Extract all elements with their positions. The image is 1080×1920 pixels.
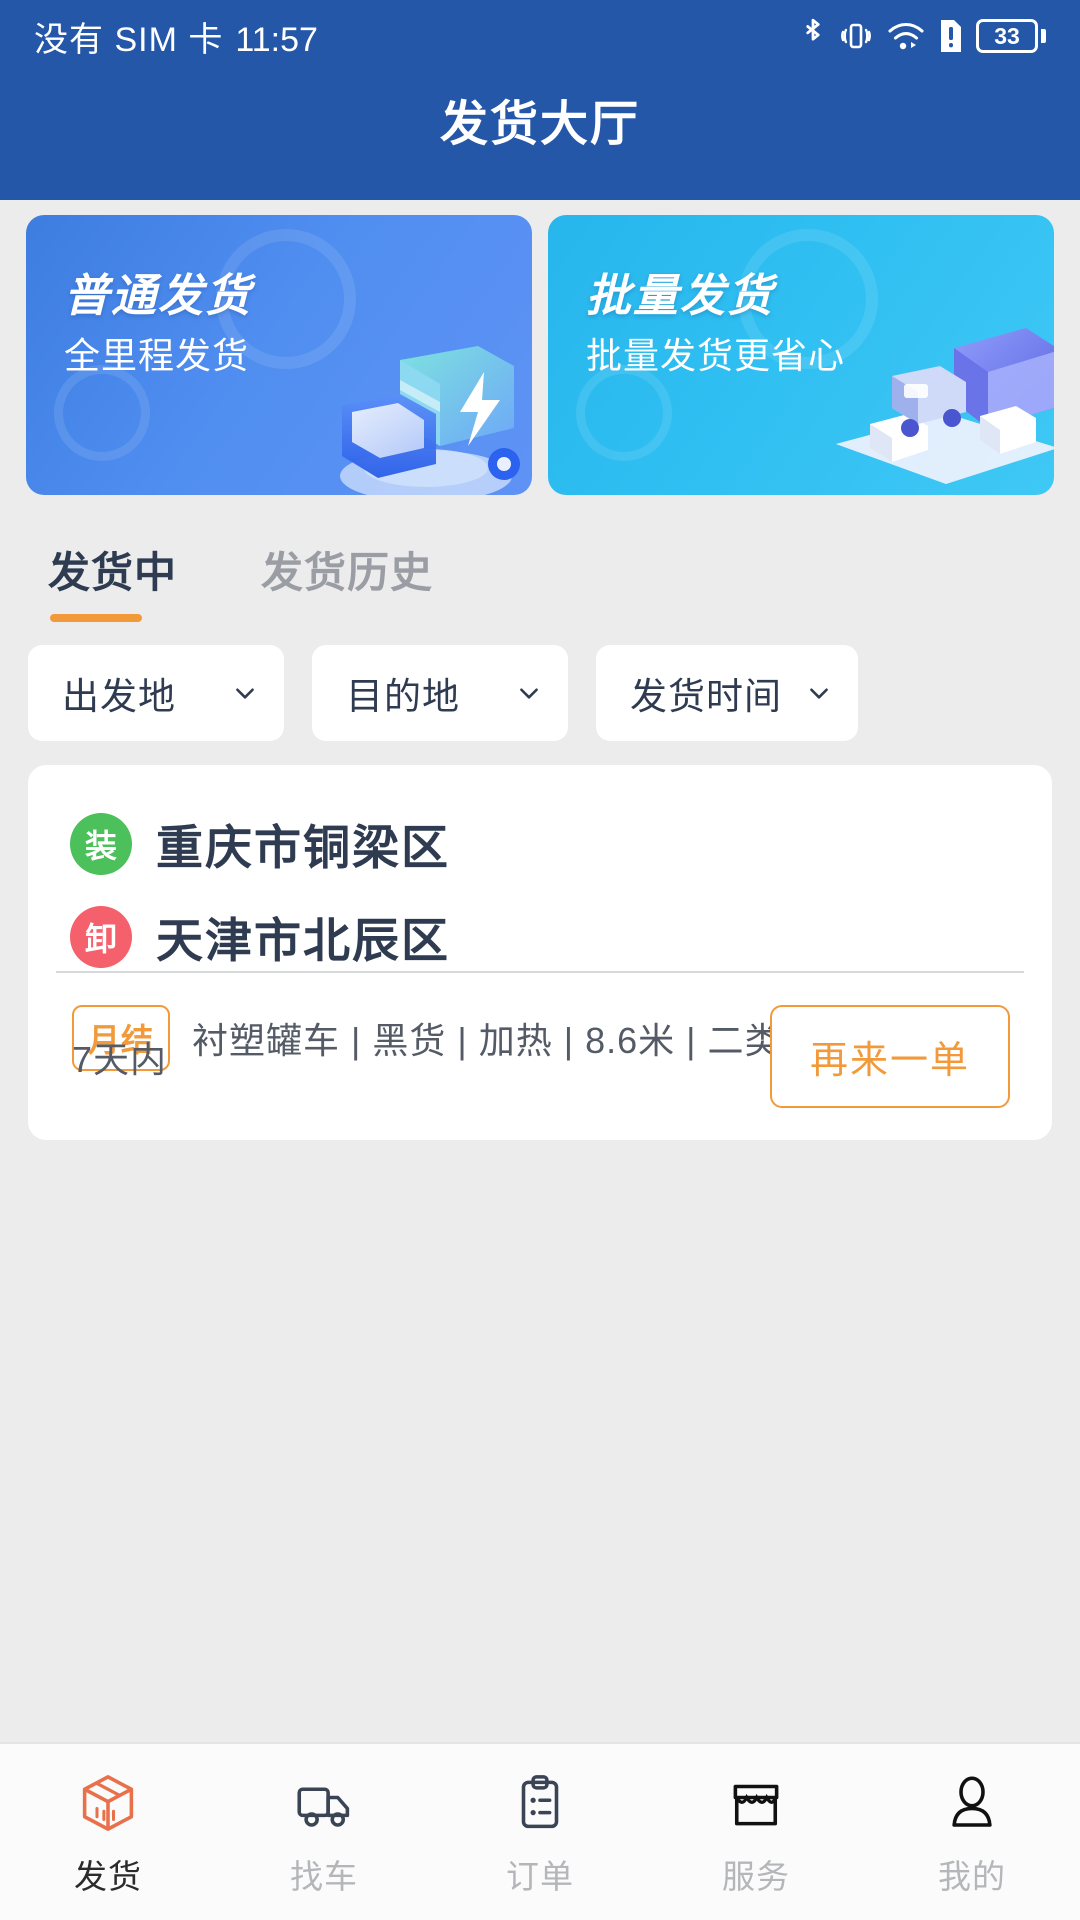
banner-subtitle: 批量发货更省心 (586, 335, 846, 376)
battery-level: 33 (976, 19, 1038, 53)
filter-ship-time[interactable]: 发货时间 (596, 645, 858, 741)
tab-label: 发货历史 (261, 548, 434, 596)
nav-item-shipping[interactable]: 发货 (0, 1744, 216, 1898)
tab-shipping-history[interactable]: 发货历史 (261, 539, 433, 622)
reorder-button[interactable]: 再来一单 (769, 1005, 1010, 1108)
tab-active-indicator (50, 613, 142, 622)
banner-title: 批量发货 (586, 270, 775, 321)
bottom-navigation: 发货 找车 订单 服务 我的 (0, 1742, 1080, 1920)
card-footer: 7天内 再来一单 (28, 973, 1052, 1140)
truck-icon (297, 1787, 350, 1827)
nav-item-orders[interactable]: 订单 (432, 1744, 648, 1898)
order-time: 7天内 (72, 1038, 168, 1080)
clock-label: 11:57 (235, 20, 318, 59)
clipboard-icon (521, 1775, 559, 1829)
decor-ring-icon (54, 365, 150, 461)
banner-batch-shipping[interactable]: 批量发货 批量发货更省心 (548, 215, 1054, 495)
chevron-down-icon (810, 688, 828, 699)
page-header: 没有 SIM 卡 11:57 33 发货大厅 (0, 0, 1080, 200)
bluetooth-icon (800, 17, 826, 55)
nav-label: 找车 (290, 1858, 358, 1895)
status-bar-right: 33 (800, 17, 1046, 55)
filter-row: 出发地 目的地 发货时间 (28, 645, 1052, 741)
truck-lightning-illustration (340, 346, 520, 495)
store-icon (733, 1784, 779, 1826)
banner-subtitle: 全里程发货 (64, 335, 250, 376)
order-tabs: 发货中 发货历史 (0, 525, 1080, 635)
nav-label: 发货 (74, 1858, 142, 1895)
destination-row: 卸 天津市北辰区 (28, 878, 1052, 971)
chevron-down-icon (236, 688, 254, 699)
unload-badge: 卸 (70, 905, 132, 968)
wifi-icon (886, 19, 926, 53)
filter-origin[interactable]: 出发地 (28, 645, 284, 741)
banner-title: 普通发货 (64, 270, 253, 321)
banner-row: 普通发货 全里程发货 批量发货 批量发货更省心 (26, 215, 1054, 495)
nav-label: 服务 (722, 1858, 790, 1895)
battery-tip (1041, 29, 1046, 43)
origin-row: 装 重庆市铜梁区 (28, 765, 1052, 878)
banner-normal-shipping[interactable]: 普通发货 全里程发货 (26, 215, 532, 495)
order-card[interactable]: 装 重庆市铜梁区 卸 天津市北辰区 月结 衬塑罐车 | 黑货 | 加热 | 8.… (28, 765, 1052, 1140)
filter-label: 目的地 (346, 676, 460, 717)
nav-label: 订单 (506, 1858, 574, 1895)
person-icon (952, 1776, 992, 1827)
battery-icon: 33 (976, 19, 1046, 53)
decor-ring-icon (576, 365, 672, 461)
load-badge: 装 (70, 812, 132, 875)
destination-place: 天津市北辰区 (156, 914, 450, 967)
filter-destination[interactable]: 目的地 (312, 645, 568, 741)
page-title: 发货大厅 (439, 98, 640, 151)
tab-label: 发货中 (48, 548, 178, 596)
filter-label: 发货时间 (630, 676, 782, 717)
chevron-down-icon (520, 688, 538, 699)
filter-label: 出发地 (62, 676, 176, 717)
nav-item-service[interactable]: 服务 (648, 1744, 864, 1898)
nav-item-profile[interactable]: 我的 (864, 1744, 1080, 1898)
vibrate-icon (838, 18, 874, 54)
app-root: 没有 SIM 卡 11:57 33 发货大厅 普通发货 全里程发货 批量发货 批… (0, 0, 1080, 1920)
sim-alert-icon (938, 18, 964, 54)
tab-shipping-in-progress[interactable]: 发货中 (48, 539, 177, 622)
carrier-label: 没有 SIM 卡 (34, 20, 224, 59)
status-bar: 没有 SIM 卡 11:57 33 (0, 0, 1080, 72)
nav-label: 我的 (938, 1858, 1006, 1895)
origin-place: 重庆市铜梁区 (156, 821, 450, 874)
banner-sheet: 普通发货 全里程发货 批量发货 批量发货更省心 (0, 200, 1080, 525)
package-box-icon (82, 1775, 134, 1831)
nav-item-find-truck[interactable]: 找车 (216, 1744, 432, 1898)
status-bar-left: 没有 SIM 卡 11:57 (34, 12, 318, 61)
batch-trucks-illustration (836, 328, 1054, 484)
